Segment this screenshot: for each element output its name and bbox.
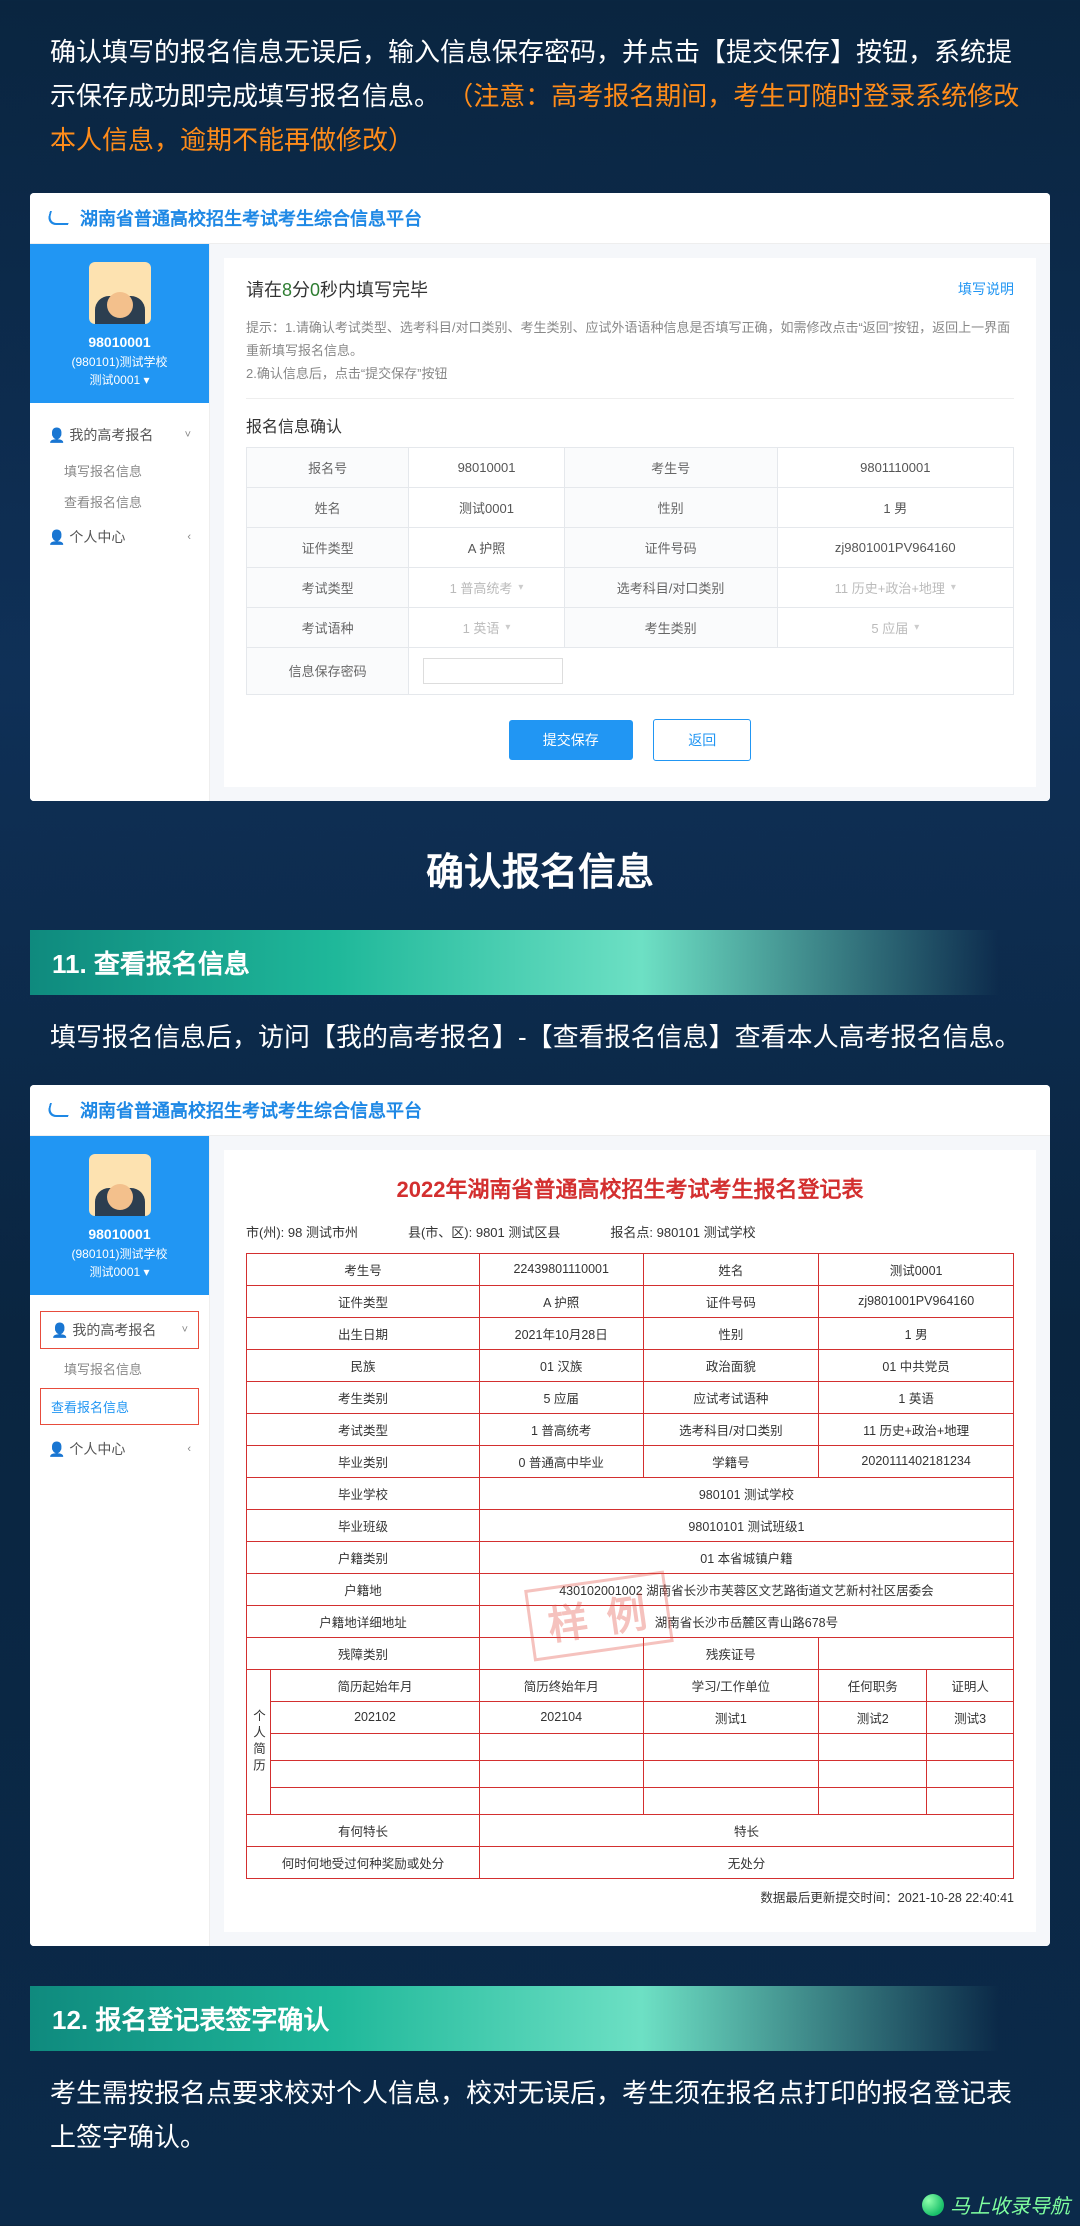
- sidebar: 98010001 (980101)测试学校 测试0001 ▾ 👤 我的高考报名 …: [30, 1136, 210, 1946]
- val-xm: 测试0001: [409, 487, 564, 527]
- back-button[interactable]: 返回: [653, 719, 751, 761]
- select-kslx[interactable]: 1 普高统考▾: [409, 567, 564, 607]
- lbl-zjlx: 证件类型: [247, 527, 409, 567]
- val-bmh: 98010001: [409, 447, 564, 487]
- last-updated: 数据最后更新提交时间：2021-10-28 22:40:41: [246, 1887, 1014, 1906]
- val-ksh: 9801110001: [777, 447, 1013, 487]
- nav-my-gaokao[interactable]: 👤 我的高考报名 ˅: [30, 415, 209, 455]
- chevron-down-icon: ˅: [182, 1324, 188, 1336]
- platform-title: 湖南省普通高校招生考试考生综合信息平台: [80, 205, 422, 231]
- instruction-link[interactable]: 填写说明: [958, 279, 1014, 299]
- lbl-bmh: 报名号: [247, 447, 409, 487]
- select-yz[interactable]: 1 英语▾: [409, 607, 564, 647]
- platform-header: 湖南省普通高校招生考试考生综合信息平台: [30, 193, 1050, 244]
- select-kslb[interactable]: 5 应届▾: [777, 607, 1013, 647]
- sidebar: 98010001 (980101)测试学校 测试0001 ▾ 👤 我的高考报名 …: [30, 244, 210, 801]
- nav-view-info-highlight[interactable]: 查看报名信息: [40, 1388, 199, 1425]
- lbl-kslx: 考试类型: [247, 567, 409, 607]
- platform-logo: [48, 1103, 70, 1117]
- user-id: 98010001: [38, 332, 201, 353]
- meta-city: 市(州): 98 测试市州: [246, 1222, 358, 1241]
- platform-header: 湖南省普通高校招生考试考生综合信息平台: [30, 1085, 1050, 1136]
- avatar: [89, 1154, 151, 1216]
- caret-down-icon: ▾: [951, 582, 956, 593]
- content-area: 2022年湖南省普通高校招生考试考生报名登记表 市(州): 98 测试市州 县(…: [224, 1150, 1036, 1932]
- tip-line1: 提示：1.请确认考试类型、选考科目/对口类别、考生类别、应试外语语种信息是否填写…: [246, 316, 1014, 363]
- meta-site: 报名点: 980101 测试学校: [610, 1222, 755, 1241]
- globe-icon: [922, 2194, 944, 2216]
- nav-personal-center[interactable]: 👤 个人中心 ‹: [30, 517, 209, 557]
- user-school: (980101)测试学校: [38, 353, 201, 371]
- user-name: 测试0001 ▾: [38, 1263, 201, 1281]
- screenshot-view-info: 湖南省普通高校招生考试考生综合信息平台 98010001 (980101)测试学…: [30, 1085, 1050, 1946]
- user-icon: 👤: [51, 1322, 68, 1338]
- avatar: [89, 262, 151, 324]
- lbl-zjhm: 证件号码: [564, 527, 777, 567]
- tips: 提示：1.请确认考试类型、选考科目/对口类别、考生类别、应试外语语种信息是否填写…: [246, 316, 1014, 399]
- resume-vertical-label: 个人简历: [247, 1669, 271, 1814]
- caret-down-icon: ▾: [518, 582, 523, 593]
- select-xk[interactable]: 11 历史+政治+地理▾: [777, 567, 1013, 607]
- lbl-kslb: 考生类别: [564, 607, 777, 647]
- user-icon: 👤: [48, 529, 65, 545]
- section-heading: 确认报名信息: [0, 841, 1080, 896]
- val-zjhm: zj9801001PV964160: [777, 527, 1013, 567]
- lbl-pw: 信息保存密码: [247, 647, 409, 694]
- nav-fill-info[interactable]: 填写报名信息: [30, 1353, 209, 1384]
- chevron-down-icon: ˅: [185, 429, 191, 441]
- tip-line2: 2.确认信息后，点击“提交保存”按钮: [246, 362, 1014, 385]
- watermark-text: 马上收录导航: [950, 2190, 1070, 2219]
- confirm-table: 报名号 98010001 考生号 9801110001 姓名 测试0001 性别…: [246, 447, 1014, 695]
- lbl-xb: 性别: [564, 487, 777, 527]
- step-12-bar: 12. 报名登记表签字确认: [30, 1986, 1050, 2051]
- chevron-left-icon: ‹: [187, 1443, 191, 1455]
- step-11-bar: 11. 查看报名信息: [30, 930, 1050, 995]
- user-card: 98010001 (980101)测试学校 测试0001 ▾: [30, 1136, 209, 1295]
- step-11-body: 填写报名信息后，访问【我的高考报名】-【查看报名信息】查看本人高考报名信息。: [0, 1015, 1080, 1085]
- submit-button[interactable]: 提交保存: [509, 720, 633, 760]
- user-icon: 👤: [48, 427, 65, 443]
- form-title: 2022年湖南省普通高校招生考试考生报名登记表: [246, 1172, 1014, 1204]
- val-xb: 1 男: [777, 487, 1013, 527]
- platform-logo: [48, 211, 70, 225]
- nav-view-info[interactable]: 查看报名信息: [30, 486, 209, 517]
- chevron-left-icon: ‹: [187, 531, 191, 543]
- meta-county: 县(市、区): 9801 测试区县: [408, 1222, 560, 1241]
- val-zjlx: A 护照: [409, 527, 564, 567]
- section-title: 报名信息确认: [246, 413, 1014, 437]
- meta-row: 市(州): 98 测试市州 县(市、区): 9801 测试区县 报名点: 980…: [246, 1222, 1014, 1241]
- nav-my-gaokao-highlight[interactable]: 👤 我的高考报名 ˅: [40, 1311, 199, 1349]
- lbl-yz: 考试语种: [247, 607, 409, 647]
- step-12-body: 考生需按报名点要求校对个人信息，校对无误后，考生须在报名点打印的报名登记表上签字…: [0, 2071, 1080, 2185]
- intro-text: 确认填写的报名信息无误后，输入信息保存密码，并点击【提交保存】按钮，系统提示保存…: [0, 30, 1080, 193]
- caret-down-icon: ▾: [505, 622, 510, 633]
- platform-title: 湖南省普通高校招生考试考生综合信息平台: [80, 1097, 422, 1123]
- lbl-xk: 选考科目/对口类别: [564, 567, 777, 607]
- screenshot-confirm-info: 湖南省普通高校招生考试考生综合信息平台 98010001 (980101)测试学…: [30, 193, 1050, 801]
- watermark: 马上收录导航: [922, 2190, 1070, 2219]
- content-area: 请在8分0秒内填写完毕 填写说明 提示：1.请确认考试类型、选考科目/对口类别、…: [224, 258, 1036, 787]
- nav-personal-center[interactable]: 👤 个人中心 ‹: [30, 1429, 209, 1469]
- caret-down-icon: ▾: [914, 622, 919, 633]
- fill-timer: 请在8分0秒内填写完毕: [246, 276, 428, 302]
- user-icon: 👤: [48, 1441, 65, 1457]
- password-input[interactable]: [423, 658, 563, 684]
- user-school: (980101)测试学校: [38, 1245, 201, 1263]
- nav-fill-info[interactable]: 填写报名信息: [30, 455, 209, 486]
- registration-table: 考生号22439801110001 姓名测试0001 证件类型A 护照 证件号码…: [246, 1253, 1014, 1879]
- user-name: 测试0001 ▾: [38, 371, 201, 389]
- user-card: 98010001 (980101)测试学校 测试0001 ▾: [30, 244, 209, 403]
- lbl-xm: 姓名: [247, 487, 409, 527]
- lbl-ksh: 考生号: [564, 447, 777, 487]
- user-id: 98010001: [38, 1224, 201, 1245]
